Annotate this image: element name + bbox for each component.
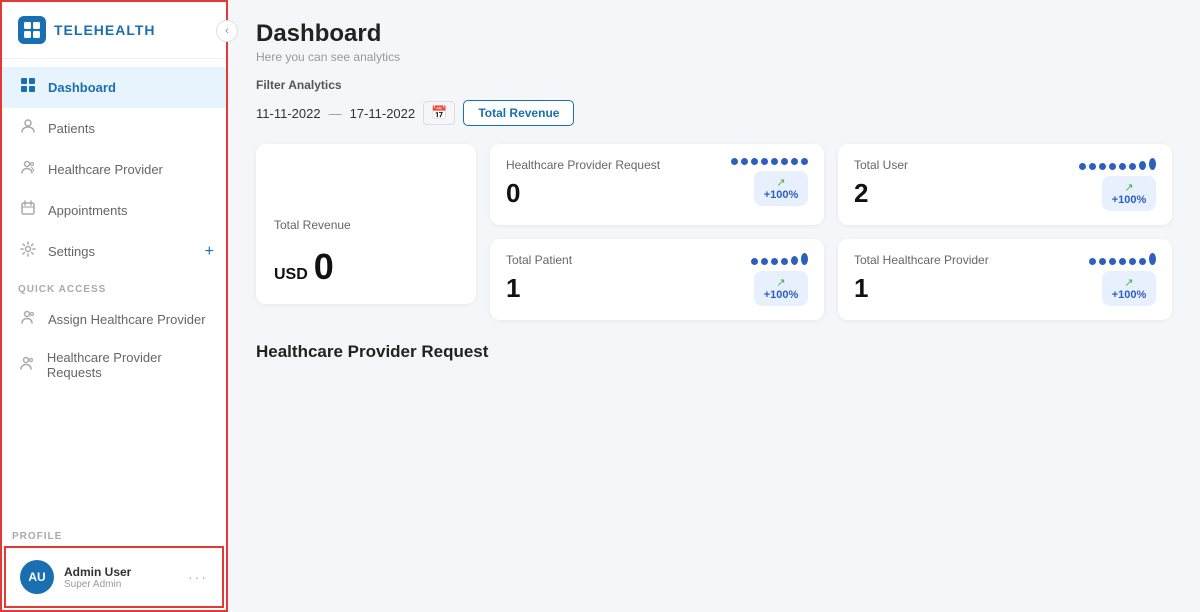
sidebar-item-settings[interactable]: Settings + [2, 231, 226, 272]
profile-role: Super Admin [64, 579, 178, 590]
sidebar-item-dashboard[interactable]: Dashboard [2, 67, 226, 108]
bottom-section-title: Healthcare Provider Request [256, 342, 1172, 362]
revenue-value: 0 [314, 246, 334, 288]
sidebar-item-assign-provider[interactable]: Assign Healthcare Provider [2, 299, 226, 340]
quick-access-label: QUICK ACCESS [2, 272, 226, 299]
provider-requests-icon [18, 355, 37, 376]
sidebar-item-label: Patients [48, 121, 95, 136]
profile-name: Admin User [64, 565, 178, 579]
sidebar-item-patients[interactable]: Patients [2, 108, 226, 149]
filter-analytics-label: Filter Analytics [256, 78, 1172, 92]
avatar: AU [20, 560, 54, 594]
stat-badge-total-healthcare: ↗ +100% [1102, 271, 1156, 306]
assign-provider-icon [18, 309, 38, 330]
calendar-button[interactable]: 📅 [423, 101, 455, 125]
sidebar-item-label: Appointments [48, 203, 128, 218]
revenue-label: Total Revenue [274, 218, 351, 232]
profile-section: AU Admin User Super Admin ··· [4, 546, 224, 608]
main-content: Dashboard Here you can see analytics Fil… [228, 0, 1200, 612]
sidebar-nav: Dashboard Patients Healthc [2, 59, 226, 525]
stat-badge-total-patient: ↗ +100% [754, 271, 808, 306]
stat-value-total-patient: 1 [506, 273, 572, 304]
patients-icon [18, 118, 38, 139]
total-revenue-button[interactable]: Total Revenue [463, 100, 574, 126]
healthcare-provider-icon [18, 159, 38, 180]
profile-menu-button[interactable]: ··· [188, 569, 208, 585]
settings-icon [18, 241, 38, 262]
stat-card-total-patient: Total Patient 1 ↗ +100% [490, 239, 824, 320]
profile-section-label: PROFILE [2, 525, 226, 546]
stat-label-total-user: Total User [854, 158, 908, 172]
stat-badge-provider-request: ↗ +100% [754, 171, 808, 206]
stat-label-total-patient: Total Patient [506, 253, 572, 267]
sidebar-item-label: Settings [48, 244, 95, 259]
date-from: 11-11-2022 [256, 106, 321, 121]
stat-value-total-healthcare: 1 [854, 273, 989, 304]
appointments-icon [18, 200, 38, 221]
stat-badge-total-user: ↗ +100% [1102, 176, 1156, 211]
date-separator: — [329, 106, 342, 121]
stat-value-total-user: 2 [854, 178, 908, 209]
dashboard-icon [18, 77, 38, 98]
page-subtitle: Here you can see analytics [256, 50, 1172, 64]
stat-value-provider-request: 0 [506, 178, 660, 209]
logo-icon [18, 16, 46, 44]
sidebar-item-healthcare-provider[interactable]: Healthcare Provider [2, 149, 226, 190]
profile-info: Admin User Super Admin [64, 565, 178, 590]
app-name: TELEHEALTH [54, 22, 156, 38]
stat-card-total-healthcare: Total Healthcare Provider 1 ↗ [838, 239, 1172, 320]
total-revenue-card: Total Revenue USD 0 [256, 144, 476, 304]
sidebar-item-label: Dashboard [48, 80, 116, 95]
stat-card-total-user: Total User 2 ↗ [838, 144, 1172, 225]
stat-label-provider-request: Healthcare Provider Request [506, 158, 660, 172]
page-title: Dashboard [256, 20, 1172, 48]
settings-plus-button[interactable]: + [205, 243, 214, 261]
stat-card-provider-request: Healthcare Provider Request 0 [490, 144, 824, 225]
sidebar: TELEHEALTH ‹ Dashboard [0, 0, 228, 612]
date-to: 17-11-2022 [350, 106, 416, 121]
sidebar-item-label: Healthcare Provider [48, 162, 163, 177]
sidebar-collapse-button[interactable]: ‹ [216, 20, 238, 42]
revenue-currency: USD [274, 266, 308, 284]
sidebar-item-provider-requests[interactable]: Healthcare Provider Requests [2, 340, 226, 390]
sidebar-item-label: Assign Healthcare Provider [48, 312, 206, 327]
sidebar-logo-area: TELEHEALTH ‹ [2, 2, 226, 59]
stat-label-total-healthcare: Total Healthcare Provider [854, 253, 989, 267]
sidebar-item-appointments[interactable]: Appointments [2, 190, 226, 231]
sidebar-item-label: Healthcare Provider Requests [47, 350, 210, 380]
